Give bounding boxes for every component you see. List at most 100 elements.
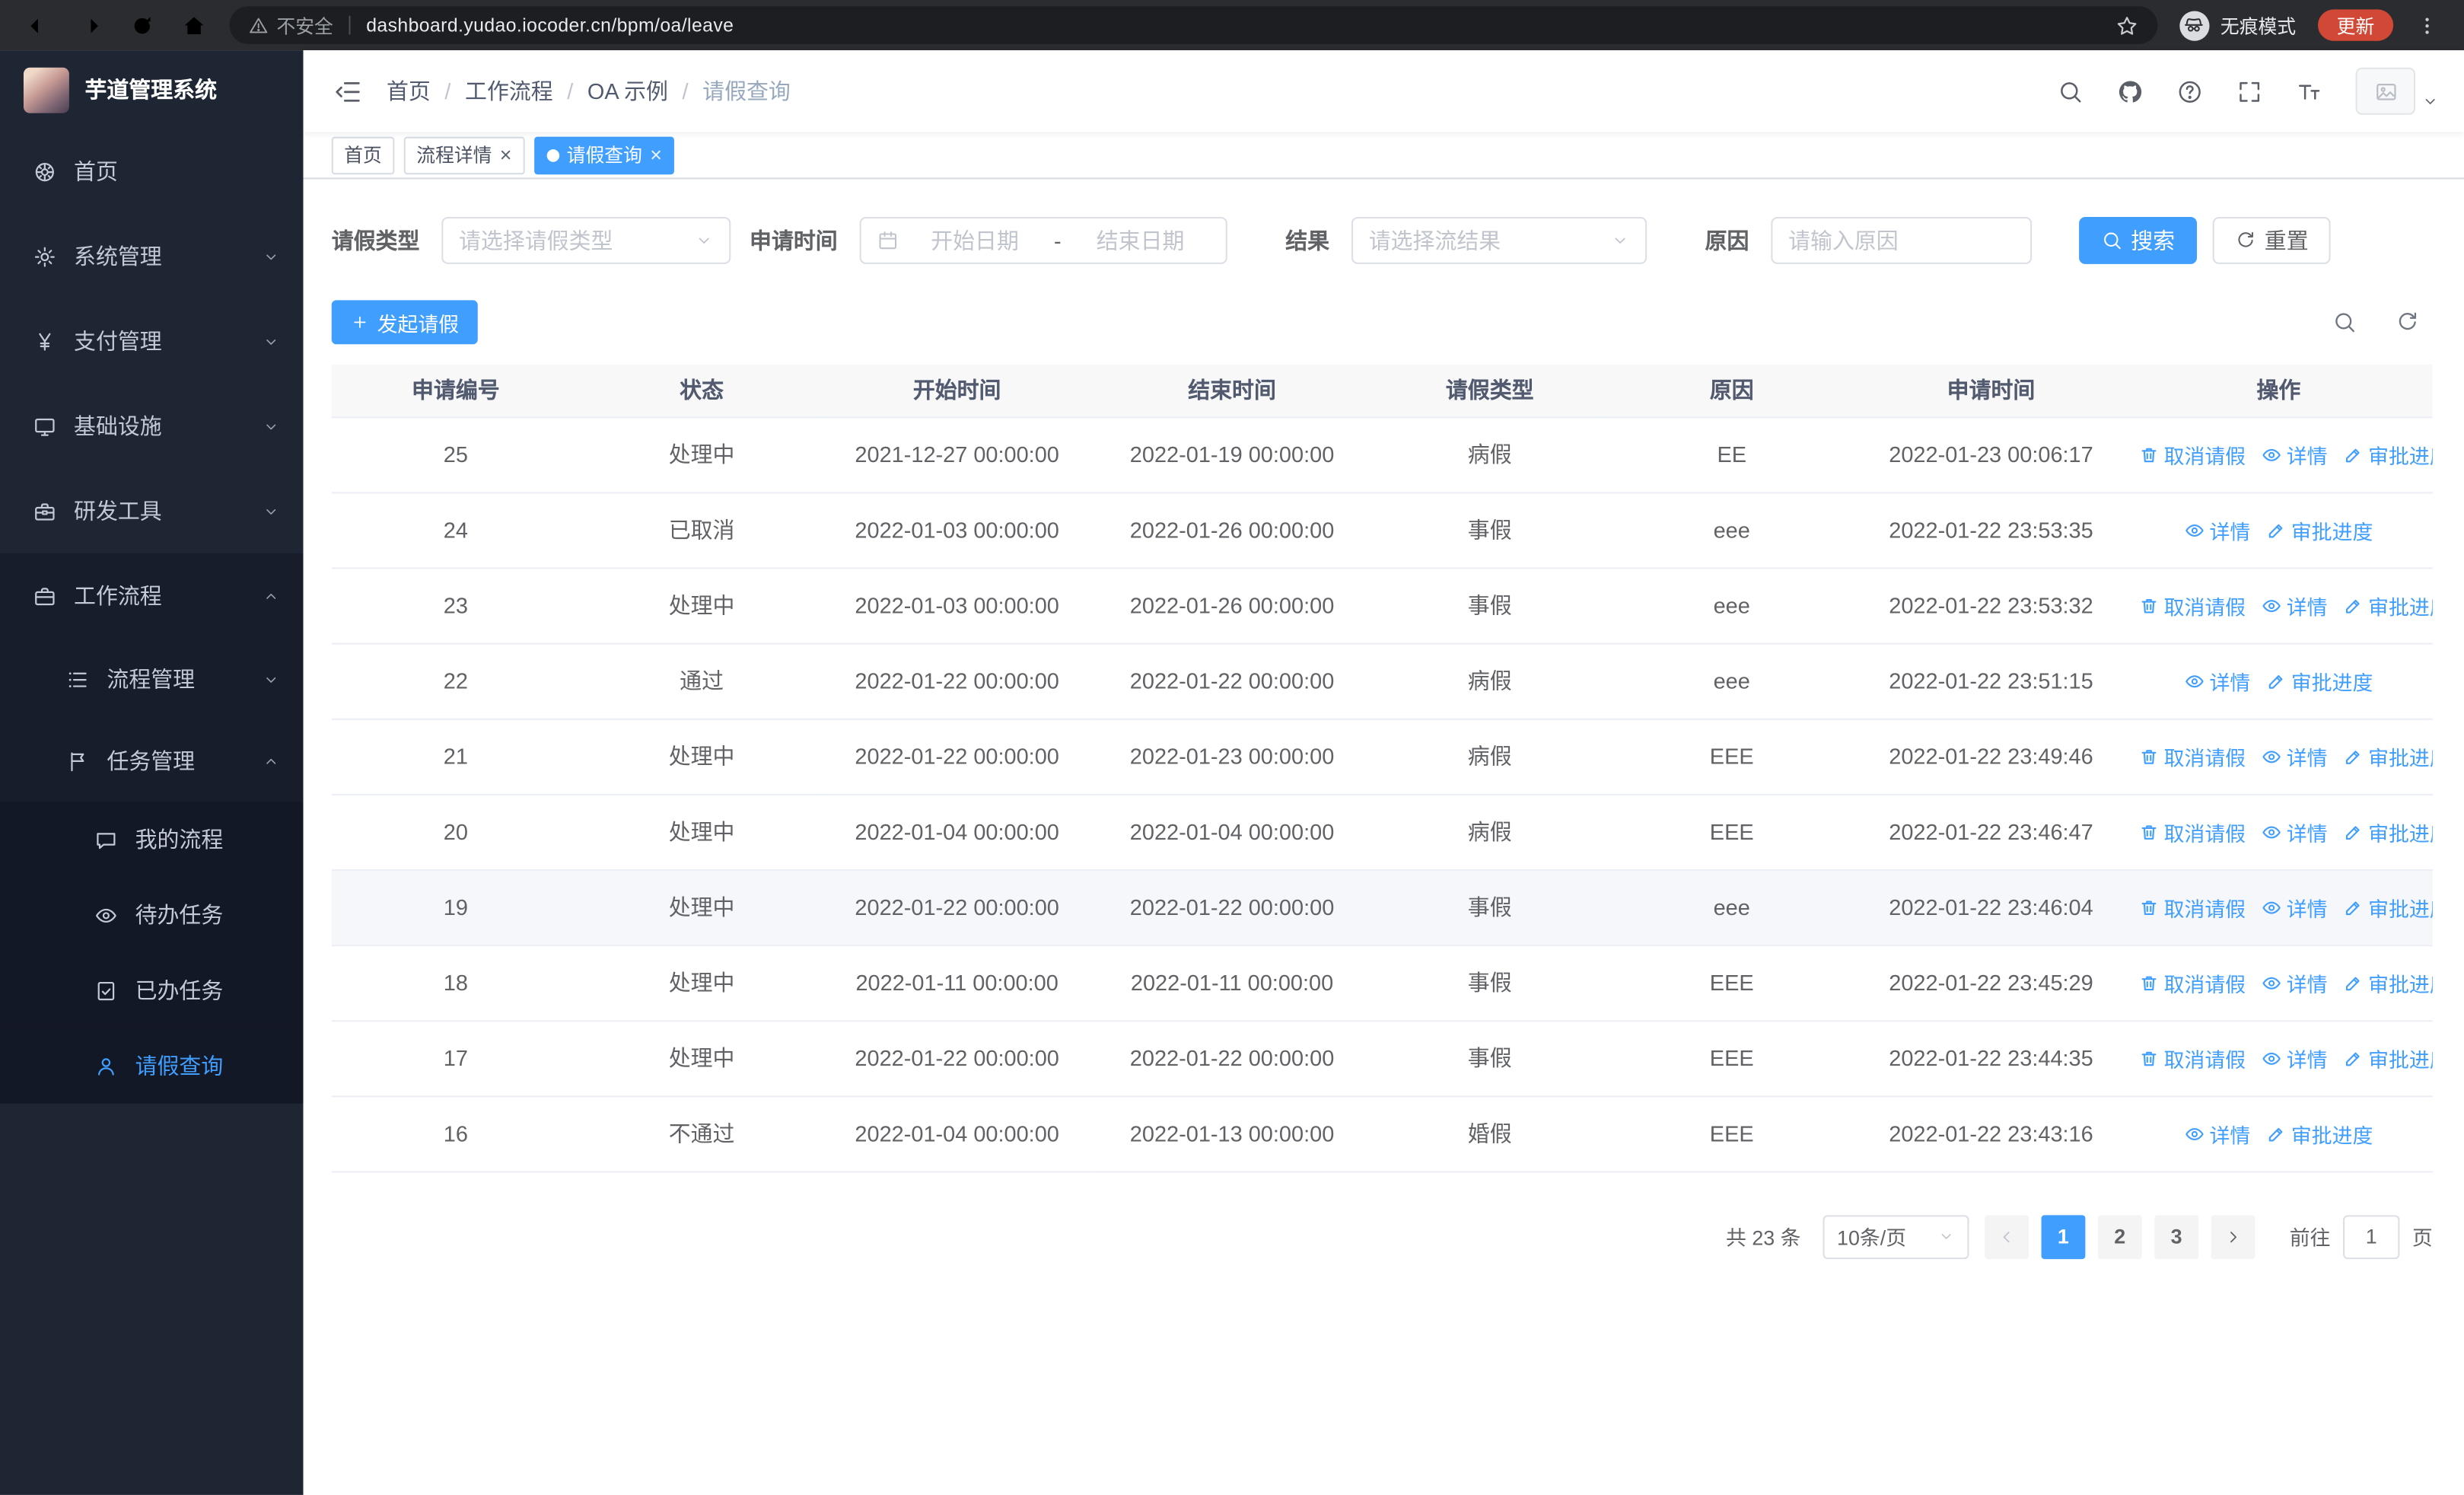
refresh-table-icon[interactable]	[2395, 310, 2420, 335]
font-size-icon[interactable]	[2296, 78, 2322, 104]
detail-link[interactable]: 详情	[2262, 590, 2328, 620]
browser-chrome: 不安全 dashboard.yudao.iocoder.cn/bpm/oa/le…	[0, 0, 2464, 51]
cancel-leave-link[interactable]: 取消请假	[2139, 439, 2246, 469]
breadcrumb-item[interactable]: 首页	[387, 75, 431, 107]
site-info-button[interactable]: 不安全	[248, 11, 333, 38]
cancel-leave-link[interactable]: 取消请假	[2139, 967, 2246, 997]
browser-menu-icon[interactable]	[2415, 14, 2439, 37]
cell-leave-type: 事假	[1373, 567, 1606, 644]
start-date-placeholder: 开始日期	[931, 228, 1019, 253]
chevron-down-icon	[1611, 231, 1630, 250]
detail-link[interactable]: 详情	[2262, 1043, 2327, 1073]
sidebar-item-home[interactable]: 首页	[0, 129, 304, 214]
page-button-3[interactable]: 3	[2154, 1214, 2199, 1259]
detail-link[interactable]: 详情	[2262, 439, 2327, 469]
detail-link[interactable]: 详情	[2184, 515, 2250, 544]
approval-progress-link[interactable]: 审批进度	[2343, 967, 2433, 997]
sidebar-item-system-management[interactable]: 系统管理	[0, 214, 304, 299]
approval-progress-link[interactable]: 审批进度	[2343, 741, 2433, 771]
create-leave-button[interactable]: 发起请假	[331, 300, 478, 345]
sidebar-item-label: 支付管理	[74, 328, 162, 354]
browser-reload-icon[interactable]	[129, 11, 155, 38]
goto-page-input[interactable]	[2343, 1214, 2400, 1259]
detail-link-label: 详情	[2286, 594, 2328, 619]
bookmark-star-icon[interactable]	[2115, 14, 2139, 37]
sidebar-item-payment-management[interactable]: 支付管理	[0, 298, 304, 384]
sidebar-item-process-management[interactable]: 流程管理	[0, 638, 304, 720]
sidebar: 芋道管理系统 首页 系统管理 支付管理 基础设施 研发工具 工作流程 流程管理 任务管理 我的流…	[0, 50, 304, 1495]
cell-apply-time: 2022-01-22 23:46:47	[1857, 793, 2125, 871]
chevron-down-icon	[263, 247, 280, 265]
page-button-2[interactable]: 2	[2097, 1214, 2142, 1259]
prev-page-button[interactable]	[1985, 1214, 2029, 1259]
breadcrumb-item[interactable]: OA 示例	[587, 75, 668, 107]
cancel-leave-link[interactable]: 取消请假	[2139, 892, 2246, 922]
approval-progress-link[interactable]: 审批进度	[2343, 817, 2433, 846]
avatar-caret-icon[interactable]	[2421, 92, 2439, 110]
user-avatar[interactable]	[2355, 67, 2416, 115]
sidebar-item-todo-task[interactable]: 待办任务	[0, 877, 304, 953]
detail-link[interactable]: 详情	[2184, 666, 2250, 696]
reason-input[interactable]	[1788, 228, 2015, 253]
breadcrumb-item[interactable]: 工作流程	[465, 75, 553, 107]
browser-home-icon[interactable]	[180, 11, 207, 38]
approval-progress-link[interactable]: 审批进度	[2343, 892, 2433, 922]
approval-progress-link[interactable]: 审批进度	[2266, 515, 2373, 544]
address-bar[interactable]: 不安全 dashboard.yudao.iocoder.cn/bpm/oa/le…	[229, 6, 2158, 44]
next-page-button[interactable]	[2211, 1214, 2255, 1259]
sidebar-item-done-task[interactable]: 已办任务	[0, 952, 304, 1028]
leave-type-select[interactable]: 请选择请假类型	[441, 216, 731, 264]
cancel-leave-link[interactable]: 取消请假	[2139, 741, 2246, 771]
detail-link[interactable]: 详情	[2262, 741, 2327, 771]
trash-icon	[2139, 595, 2160, 616]
approval-progress-link-label: 审批进度	[2368, 972, 2433, 996]
search-icon	[2101, 230, 2123, 252]
result-select[interactable]: 请选择流结果	[1351, 216, 1647, 264]
update-button[interactable]: 更新	[2317, 9, 2394, 41]
header-search-icon[interactable]	[2057, 78, 2084, 104]
browser-back-icon[interactable]	[25, 11, 52, 38]
approval-progress-link[interactable]: 审批进度	[2343, 439, 2433, 469]
page-button-1[interactable]: 1	[2041, 1214, 2086, 1259]
sidebar-item-workflow[interactable]: 工作流程	[0, 553, 304, 639]
sidebar-item-task-management[interactable]: 任务管理	[0, 719, 304, 802]
close-tab-icon[interactable]: ×	[500, 145, 512, 165]
tab-process-detail[interactable]: 流程详情 ×	[403, 135, 524, 174]
approval-progress-link[interactable]: 审批进度	[2266, 666, 2373, 696]
cell-leave-type: 婚假	[1373, 1095, 1606, 1172]
sidebar-item-label: 系统管理	[74, 244, 162, 269]
collapse-sidebar-icon[interactable]	[333, 76, 363, 106]
cancel-leave-link[interactable]: 取消请假	[2139, 817, 2246, 846]
search-button[interactable]: 搜索	[2079, 216, 2198, 264]
sidebar-item-label: 首页	[74, 158, 118, 184]
help-icon[interactable]	[2176, 78, 2203, 104]
tab-leave-query[interactable]: 请假查询 ×	[533, 135, 675, 174]
tab-home[interactable]: 首页	[331, 135, 395, 174]
browser-forward-icon[interactable]	[77, 11, 103, 38]
detail-link[interactable]: 详情	[2262, 817, 2327, 846]
page-size-select[interactable]: 10条/页	[1823, 1214, 1969, 1259]
approval-progress-link[interactable]: 审批进度	[2343, 590, 2433, 620]
detail-link[interactable]: 详情	[2184, 1118, 2250, 1148]
toggle-search-icon[interactable]	[2332, 310, 2357, 335]
approval-progress-link[interactable]: 审批进度	[2266, 1118, 2373, 1148]
edit-icon	[2343, 972, 2364, 993]
approval-progress-link[interactable]: 审批进度	[2343, 1043, 2433, 1073]
apply-time-range-picker[interactable]: 开始日期 - 结束日期	[859, 216, 1227, 264]
cell-start-time: 2022-01-03 00:00:00	[823, 567, 1091, 644]
github-icon[interactable]	[2117, 78, 2144, 104]
fullscreen-icon[interactable]	[2236, 78, 2263, 104]
incognito-label: 无痕模式	[2220, 14, 2297, 37]
sidebar-item-infrastructure[interactable]: 基础设施	[0, 384, 304, 469]
cell-end-time: 2022-01-22 00:00:00	[1090, 869, 1374, 946]
cancel-leave-link[interactable]: 取消请假	[2139, 1043, 2246, 1073]
detail-link[interactable]: 详情	[2262, 892, 2327, 922]
cancel-leave-link[interactable]: 取消请假	[2139, 590, 2246, 620]
sidebar-item-my-process[interactable]: 我的流程	[0, 802, 304, 878]
cell-leave-type: 事假	[1373, 869, 1606, 946]
detail-link[interactable]: 详情	[2262, 967, 2327, 997]
sidebar-item-dev-tools[interactable]: 研发工具	[0, 468, 304, 553]
sidebar-item-leave-query[interactable]: 请假查询	[0, 1028, 304, 1104]
close-tab-icon[interactable]: ×	[650, 145, 662, 165]
reset-button[interactable]: 重置	[2212, 216, 2331, 264]
